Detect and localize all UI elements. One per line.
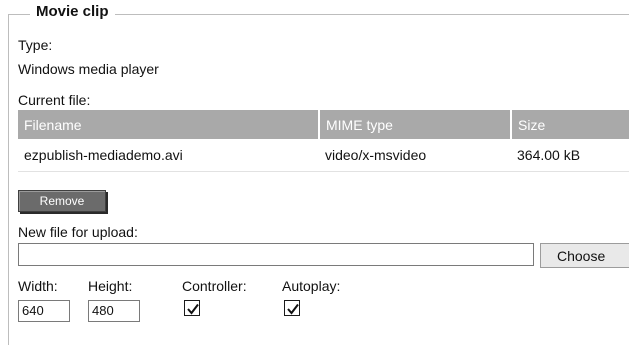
checkmark-icon: [187, 303, 199, 315]
checkmark-icon: [287, 303, 299, 315]
cell-mime-type: video/x-msvideo: [319, 139, 511, 172]
table-row: ezpublish-mediademo.avi video/x-msvideo …: [18, 139, 629, 172]
height-label: Height:: [88, 278, 133, 294]
file-upload-input[interactable]: [18, 243, 534, 266]
fieldset-legend: Movie clip: [30, 3, 115, 20]
choose-file-button[interactable]: Choose: [540, 243, 629, 268]
remove-button[interactable]: Remove: [18, 190, 106, 212]
type-label: Type:: [18, 37, 53, 53]
controller-checkbox[interactable]: [184, 300, 200, 316]
current-file-table: Filename MIME type Size ezpublish-mediad…: [18, 110, 629, 172]
autoplay-checkbox[interactable]: [284, 300, 300, 316]
cell-size: 364.00 kB: [511, 139, 629, 172]
column-header-filename: Filename: [18, 110, 320, 139]
autoplay-label: Autoplay:: [282, 278, 341, 294]
controller-label: Controller:: [182, 278, 247, 294]
column-header-size: Size: [511, 110, 629, 139]
type-value: Windows media player: [18, 61, 159, 77]
height-input[interactable]: 480: [88, 300, 140, 322]
cell-filename: ezpublish-mediademo.avi: [18, 139, 319, 172]
new-file-label: New file for upload:: [18, 224, 138, 240]
width-label: Width:: [18, 278, 58, 294]
table-header-row: Filename MIME type Size: [18, 110, 629, 139]
width-input[interactable]: 640: [18, 300, 70, 322]
column-header-mime-type: MIME type: [319, 110, 512, 139]
current-file-label: Current file:: [18, 92, 91, 108]
